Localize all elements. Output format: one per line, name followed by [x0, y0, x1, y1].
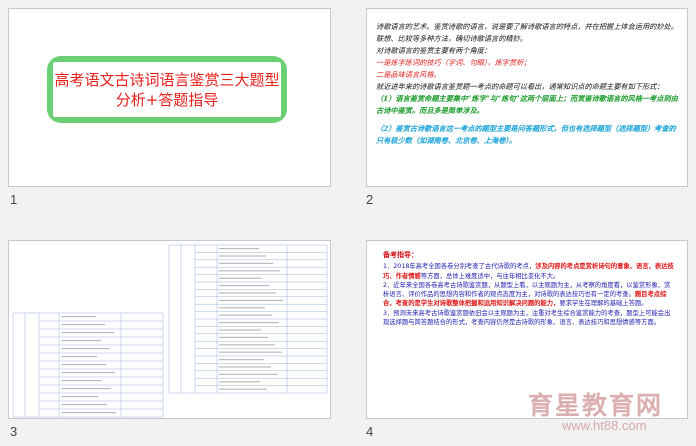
title-text-box: 高考语文古诗词语言鉴赏三大题型 分析+答题指导 [53, 62, 281, 117]
highlight-red: 一是炼字炼词的技巧（字词、句眼），炼字赏析； [376, 58, 531, 67]
cell-text-mark [219, 322, 279, 324]
cell-text-mark [219, 373, 278, 375]
cell-text-mark [61, 380, 102, 382]
cell-text-mark [61, 364, 106, 366]
cell-text-mark [219, 307, 265, 309]
cell-text-mark [61, 396, 98, 398]
cell-text-mark [61, 332, 114, 334]
cell-text-mark [219, 344, 275, 346]
slide-number-3: 3 [10, 424, 18, 439]
watermark-text: 育星教育网 [528, 391, 664, 420]
cell-text-mark [61, 412, 116, 414]
watermark-url: www.ht88.com [562, 418, 647, 433]
slide-thumbnail-2[interactable]: 诗歌语言的艺术。鉴赏诗歌的语言，说是要了解诗歌语言的特点，并在把握上体会运用的妙… [366, 8, 688, 187]
cell-text-mark [219, 277, 262, 279]
text-run: 要求学生在理解的基础上答题。 [559, 300, 648, 308]
cell-text-mark [219, 270, 280, 272]
paragraph: 诗歌语言的艺术。鉴赏诗歌的语言，说是要了解诗歌语言的特点，并在把握上体会运用的妙… [376, 22, 678, 43]
text-run: 1．2018年高考全国各卷分别考查了古代诗歌的考点， [383, 263, 536, 271]
cell-text-mark [219, 359, 264, 361]
paragraph: 1．2018年高考全国各卷分别考查了古代诗歌的考点，涉及内容的考点是赏析诗句的意… [383, 262, 675, 281]
cell-text-mark [61, 324, 105, 326]
cell-text-mark [219, 262, 273, 264]
slide-thumbnail-1[interactable]: 高考语文古诗词语言鉴赏三大题型 分析+答题指导 [8, 8, 331, 187]
cell-text-mark [219, 255, 266, 257]
slide-number-2: 2 [366, 192, 374, 207]
text-run: 2．近年来全国各卷高考古诗歌鉴赏题，从题型上看，以主观题为主，从考察的角度看，以… [383, 281, 671, 299]
cell-text-mark [219, 381, 260, 383]
slide-title-line-1: 高考语文古诗词语言鉴赏三大题型 [54, 70, 280, 89]
slide-title-line-2: 分析+答题指导 [115, 90, 219, 109]
cell-text-mark [219, 248, 259, 250]
highlight-green: （1）语言鉴赏命题主要集中“炼字”与“炼句”这两个层面上；而赏鉴诗歌语言的风格一… [376, 94, 678, 115]
cell-text-mark [61, 348, 110, 350]
slide-2-body: 诗歌语言的艺术。鉴赏诗歌的语言，说是要了解诗歌语言的特点，并在把握上体会运用的妙… [376, 21, 682, 147]
highlight-red: 二是品味语言风格。 [376, 70, 441, 79]
cell-text-mark [219, 299, 283, 301]
cell-text-mark [61, 340, 101, 342]
watermark-logo: 育星教育网 www.ht88.com [528, 384, 696, 446]
slide-4-body: 备考指导： 1．2018年高考全国各卷分别考查了古代诗歌的考点，涉及内容的考点是… [383, 251, 675, 327]
slide-number-1: 1 [10, 192, 18, 207]
cell-text-mark [61, 388, 111, 390]
slide-number-4: 4 [366, 424, 374, 439]
slide-thumbnail-3[interactable] [8, 240, 331, 419]
cell-text-mark [219, 329, 261, 331]
cell-text-mark [61, 372, 115, 374]
cell-text-mark [219, 292, 276, 294]
cell-text-mark [61, 316, 96, 318]
cell-text-mark [61, 404, 107, 406]
paragraph: 3．预测未来高考古诗歌鉴赏题依旧会以主观题为主，注重对考生综合鉴赏能力的考查，题… [383, 309, 675, 328]
title-frame: 高考语文古诗词语言鉴赏三大题型 分析+答题指导 [47, 56, 287, 123]
cell-text-mark [61, 356, 97, 358]
cell-text-mark [219, 336, 268, 338]
text-run: 3．预测未来高考古诗歌鉴赏题依旧会以主观题为主，注重对考生综合鉴赏能力的考查，题… [383, 309, 671, 327]
text-run: 等方面，总体上难度适中，与往年相比变化不大。 [420, 272, 560, 280]
paragraph: 就近进年来的诗歌语言鉴赏题一考点的命题可以看出，通常知识点的命题主要有如下形式： [376, 82, 664, 91]
cell-text-mark [219, 285, 269, 287]
highlight-blue: （2）鉴赏古诗歌语言这一考点的题型主要是问答题形式，但也有选择题型（选择题型）考… [376, 124, 676, 145]
paragraph: 2．近年来全国各卷高考古诗歌鉴赏题，从题型上看，以主观题为主，从考察的角度看，以… [383, 281, 675, 309]
cell-text-mark [219, 388, 267, 390]
slide-4-heading: 备考指导： [383, 251, 418, 259]
paragraph: 对诗歌语言的鉴赏主要有两个角度： [376, 46, 492, 55]
cell-text-mark [219, 351, 282, 353]
cell-text-mark [219, 366, 271, 368]
cell-text-mark [219, 314, 272, 316]
table-image [12, 244, 328, 418]
